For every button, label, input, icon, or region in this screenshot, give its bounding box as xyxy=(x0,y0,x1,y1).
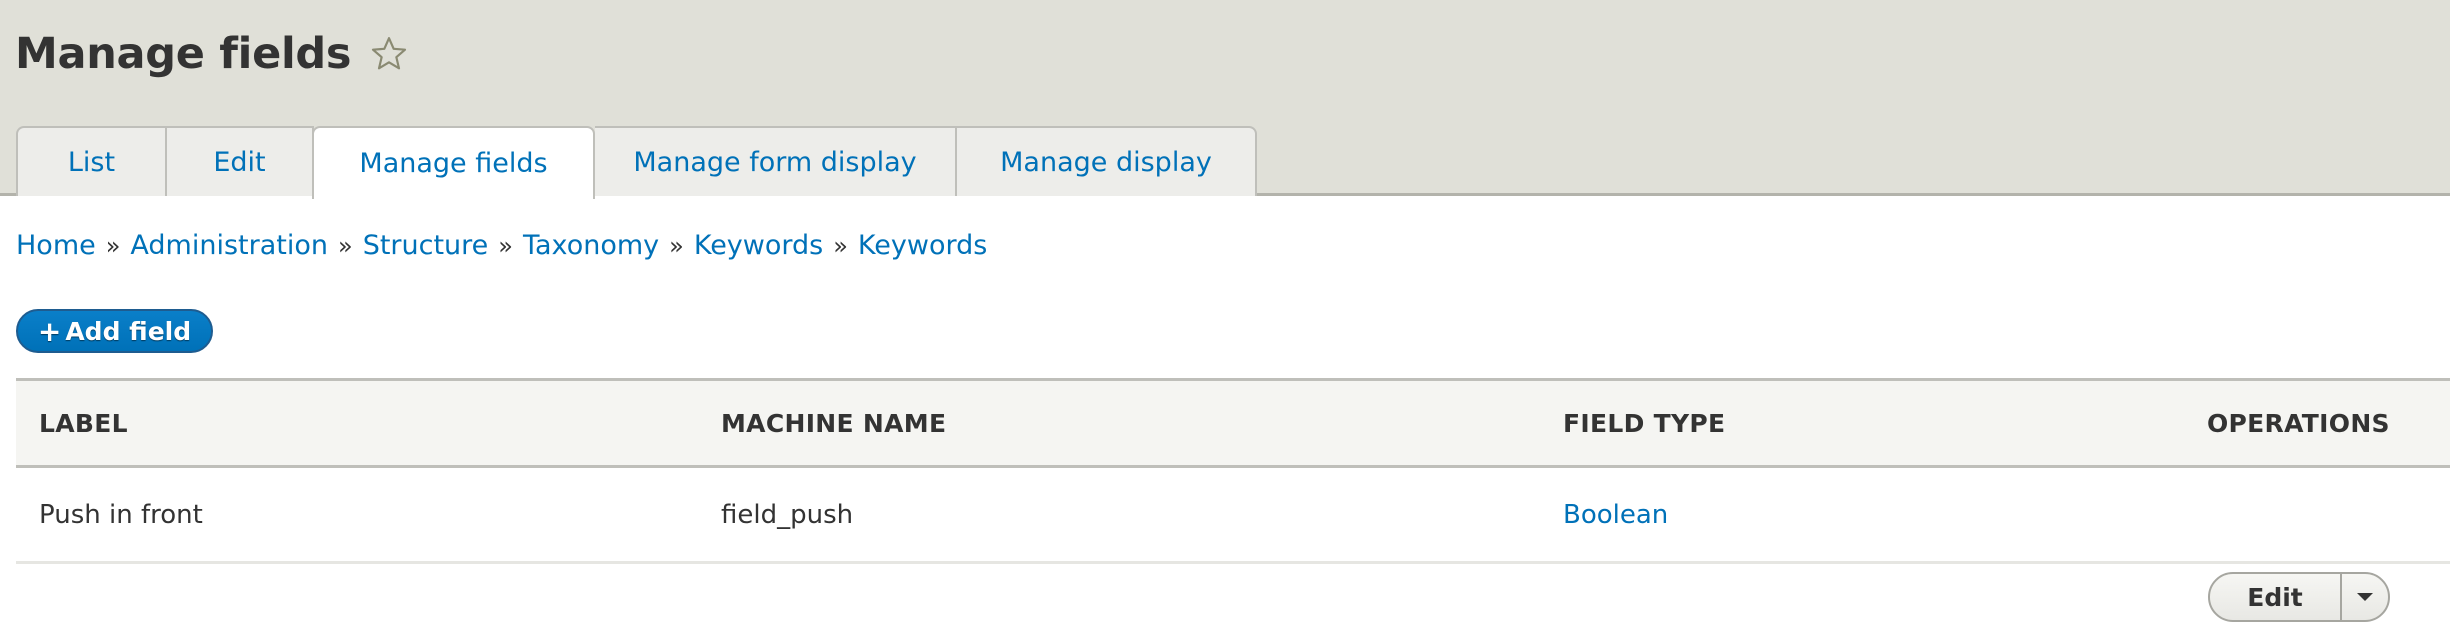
operations-toggle[interactable] xyxy=(2342,574,2388,620)
tab-manage-display[interactable]: Manage display xyxy=(957,126,1257,196)
plus-icon: + xyxy=(37,314,62,348)
table-header: LABEL MACHINE NAME FIELD TYPE OPERATIONS xyxy=(16,378,2450,468)
table-row: Push in front field_push Boolean Edit xyxy=(16,468,2450,622)
breadcrumb-keywords[interactable]: Keywords xyxy=(858,230,987,261)
column-header-operations: OPERATIONS xyxy=(2207,408,2390,438)
column-header-label: LABEL xyxy=(39,408,128,438)
field-type-link[interactable]: Boolean xyxy=(1563,500,1668,530)
page-header: Manage fields List Edit Manage fields Ma… xyxy=(0,0,2450,199)
breadcrumb-keywords-vocabulary[interactable]: Keywords xyxy=(694,230,823,261)
breadcrumb-separator: » xyxy=(669,231,684,260)
title-row: Manage fields xyxy=(15,24,409,84)
tab-edit[interactable]: Edit xyxy=(167,126,314,196)
breadcrumb-separator: » xyxy=(833,231,848,260)
tab-list[interactable]: List xyxy=(16,126,167,196)
breadcrumb-separator: » xyxy=(498,231,513,260)
operations-dropbutton: Edit xyxy=(2208,572,2390,622)
breadcrumb-structure[interactable]: Structure xyxy=(363,230,489,261)
cell-machine-name: field_push xyxy=(721,499,854,530)
cell-label: Push in front xyxy=(39,499,203,530)
primary-tabs: List Edit Manage fields Manage form disp… xyxy=(16,126,1257,199)
breadcrumb: Home » Administration » Structure » Taxo… xyxy=(16,230,987,261)
breadcrumb-separator: » xyxy=(338,231,353,260)
breadcrumb-administration[interactable]: Administration xyxy=(130,230,328,261)
breadcrumb-taxonomy[interactable]: Taxonomy xyxy=(523,230,659,261)
caret-down-icon xyxy=(2357,593,2373,601)
column-header-machine-name: MACHINE NAME xyxy=(721,408,947,438)
edit-button[interactable]: Edit xyxy=(2210,574,2342,620)
add-field-button[interactable]: + Add field xyxy=(16,309,213,353)
breadcrumb-home[interactable]: Home xyxy=(16,230,96,261)
page-title: Manage fields xyxy=(15,29,352,79)
fields-table: LABEL MACHINE NAME FIELD TYPE OPERATIONS… xyxy=(16,378,2450,622)
breadcrumb-separator: » xyxy=(105,231,121,260)
star-icon[interactable] xyxy=(369,34,409,74)
add-field-label: Add field xyxy=(65,316,192,346)
tab-manage-form-display[interactable]: Manage form display xyxy=(595,126,957,196)
tab-manage-fields[interactable]: Manage fields xyxy=(312,126,595,199)
cell-field-type: Boolean xyxy=(1563,468,1668,561)
column-header-field-type: FIELD TYPE xyxy=(1563,408,1726,438)
